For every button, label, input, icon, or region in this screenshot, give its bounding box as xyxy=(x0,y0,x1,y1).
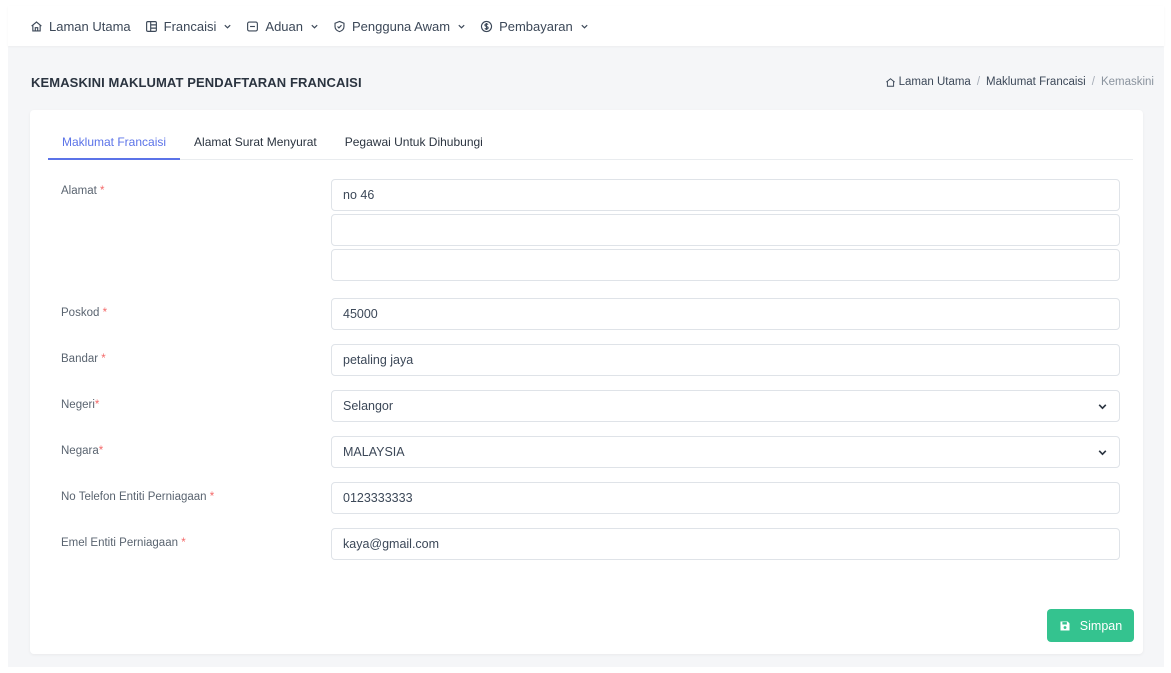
home-icon xyxy=(31,20,42,32)
form-card: Maklumat Francaisi Alamat Surat Menyurat… xyxy=(30,110,1143,654)
nav-item-aduan[interactable]: Aduan xyxy=(246,19,319,34)
nav-label: Francaisi xyxy=(163,18,217,34)
telefon-label: No Telefon Entiti Perniagaan * xyxy=(61,491,215,503)
required-mark: * xyxy=(101,353,106,365)
shield-icon xyxy=(334,20,345,32)
alamat-label: Alamat * xyxy=(61,185,105,197)
negeri-label: Negeri* xyxy=(61,399,100,411)
tab-bar: Maklumat Francaisi Alamat Surat Menyurat… xyxy=(48,132,1133,160)
required-mark: * xyxy=(209,491,215,503)
alamat-line3-input[interactable] xyxy=(331,249,1120,281)
tab-alamat-surat-menyurat[interactable]: Alamat Surat Menyurat xyxy=(180,132,331,160)
chevron-down-icon xyxy=(581,24,588,29)
breadcrumb-item-kemaskini: Kemaskini xyxy=(1100,76,1154,88)
breadcrumb-separator: / xyxy=(976,76,981,88)
negeri-select[interactable]: Selangor xyxy=(331,390,1120,422)
page-title: KEMASKINI MAKLUMAT PENDAFTARAN FRANCAISI xyxy=(31,75,362,90)
breadcrumb: Laman Utama / Maklumat Francaisi / Kemas… xyxy=(885,76,1154,88)
poskod-input[interactable] xyxy=(331,298,1120,330)
nav-label: Aduan xyxy=(265,18,303,34)
chevron-down-icon xyxy=(224,24,232,29)
telefon-input[interactable] xyxy=(331,482,1120,514)
save-icon xyxy=(1060,621,1070,630)
emel-label: Emel Entiti Perniagaan * xyxy=(61,537,186,549)
negara-label: Negara* xyxy=(61,445,104,457)
bandar-input[interactable] xyxy=(331,344,1120,376)
required-mark: * xyxy=(102,307,108,319)
chevron-down-icon xyxy=(458,24,465,29)
currency-icon xyxy=(480,20,493,32)
required-mark: * xyxy=(181,537,186,549)
tab-maklumat-francaisi[interactable]: Maklumat Francaisi xyxy=(48,132,181,160)
alamat-line1-input[interactable] xyxy=(331,179,1120,211)
top-navigation: Laman Utama Francaisi Aduan Pengguna Awa… xyxy=(8,6,1164,46)
app-frame: Laman Utama Francaisi Aduan Pengguna Awa… xyxy=(8,6,1164,667)
bandar-label: Bandar * xyxy=(61,353,106,365)
required-mark: * xyxy=(94,399,100,411)
nav-label: Pembayaran xyxy=(499,18,573,34)
nav-label: Laman Utama xyxy=(49,18,131,34)
negara-selected-value: MALAYSIA xyxy=(343,445,405,459)
save-button-label: Simpan xyxy=(1079,618,1123,633)
save-button[interactable]: Simpan xyxy=(1047,609,1134,642)
breadcrumb-item-maklumat-francaisi[interactable]: Maklumat Francaisi xyxy=(986,76,1086,88)
nav-item-pembayaran[interactable]: Pembayaran xyxy=(480,19,589,34)
nav-item-pengguna-awam[interactable]: Pengguna Awam xyxy=(333,19,466,34)
layout-icon xyxy=(145,20,157,32)
poskod-label: Poskod * xyxy=(61,307,108,319)
nav-item-francaisi[interactable]: Francaisi xyxy=(145,19,233,34)
emel-input[interactable] xyxy=(331,528,1120,560)
message-icon xyxy=(247,20,259,32)
nav-label: Pengguna Awam xyxy=(352,18,451,34)
required-mark: * xyxy=(98,445,104,457)
negeri-selected-value: Selangor xyxy=(343,399,394,413)
required-mark: * xyxy=(100,185,105,197)
breadcrumb-item-laman-utama[interactable]: Laman Utama xyxy=(899,76,971,88)
nav-item-laman-utama[interactable]: Laman Utama xyxy=(30,19,131,34)
chevron-down-icon xyxy=(1098,449,1107,455)
home-icon xyxy=(885,77,895,87)
chevron-down-icon xyxy=(311,24,318,29)
tab-pegawai-untuk-dihubungi[interactable]: Pegawai Untuk Dihubungi xyxy=(331,132,497,160)
chevron-down-icon xyxy=(1098,403,1107,409)
negara-select[interactable]: MALAYSIA xyxy=(331,436,1120,468)
breadcrumb-separator: / xyxy=(1091,76,1095,88)
alamat-line2-input[interactable] xyxy=(331,214,1120,246)
